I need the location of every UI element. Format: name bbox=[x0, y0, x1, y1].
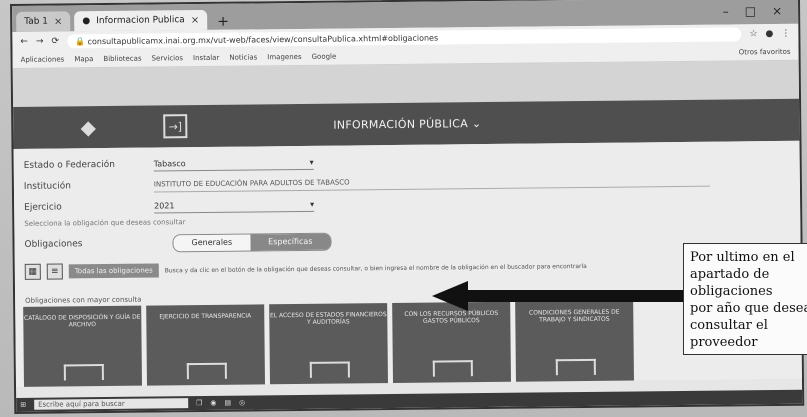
obligation-card[interactable]: CONDICIONES GENERALES DE TRABAJO Y SINDI… bbox=[515, 300, 634, 382]
folder-icon bbox=[309, 361, 350, 378]
bookmark-item[interactable]: Imagenes bbox=[267, 53, 301, 61]
ejercicio-label: Ejercicio bbox=[24, 201, 62, 213]
pointer-arrow-icon bbox=[432, 281, 690, 311]
all-obligations-button[interactable]: Todas las obligaciones bbox=[68, 263, 159, 279]
forward-icon[interactable]: → bbox=[36, 37, 44, 47]
globe-icon: ● bbox=[82, 16, 91, 27]
card-label: CON LOS RECURSOS PÚBLICOS GASTOS PÚBLICO… bbox=[404, 309, 499, 325]
annotation-line: Por ultimo en el bbox=[690, 250, 795, 265]
obligation-card[interactable]: EJERCICIO DE TRANSPARENCIA bbox=[146, 304, 265, 386]
institucion-value: INSTITUTO DE EDUCACIÓN PARA ADULTOS DE T… bbox=[153, 178, 350, 189]
dropdown-arrow-icon: ▾ bbox=[310, 199, 315, 209]
obligation-card[interactable]: CON LOS RECURSOS PÚBLICOS GASTOS PÚBLICO… bbox=[392, 301, 511, 384]
card-label: EL ACCESO DE ESTADOS FINANCIEROS Y AUDIT… bbox=[269, 311, 387, 326]
start-icon[interactable]: ⊞ bbox=[20, 401, 26, 409]
bookmark-item[interactable]: Bibliotecas bbox=[103, 55, 141, 63]
logo-icon: ◆ bbox=[80, 115, 97, 140]
chrome-icon[interactable]: ◎ bbox=[239, 399, 245, 407]
minimize-icon[interactable]: – bbox=[723, 4, 729, 18]
bookmark-item[interactable]: Noticias bbox=[229, 53, 257, 61]
edge-icon[interactable]: ◉ bbox=[210, 399, 216, 407]
estado-value: Tabasco bbox=[153, 158, 186, 169]
window-controls: – □ × bbox=[723, 4, 799, 19]
obligaciones-label: Obligaciones bbox=[24, 238, 83, 250]
institucion-select[interactable]: INSTITUTO DE EDUCACIÓN PARA ADULTOS DE T… bbox=[153, 171, 710, 193]
bookmark-item[interactable]: Otros favoritos bbox=[739, 48, 791, 57]
maximize-icon[interactable]: □ bbox=[745, 4, 756, 18]
new-tab-button[interactable]: + bbox=[211, 14, 235, 30]
chevron-down-icon: ⌄ bbox=[471, 116, 482, 130]
annotation-line: proveedor bbox=[690, 335, 758, 350]
dropdown-arrow-icon: ▾ bbox=[309, 157, 314, 167]
folder-icon bbox=[432, 360, 473, 377]
lock-icon: 🔒 bbox=[74, 36, 88, 46]
tab-label: Informacion Publica bbox=[96, 15, 185, 27]
reload-icon[interactable]: ⟳ bbox=[51, 36, 59, 46]
list-view-icon[interactable]: ≡ bbox=[46, 263, 63, 280]
annotation-line: apartado de bbox=[690, 267, 770, 282]
ejercicio-select[interactable]: 2021 ▾ bbox=[154, 196, 315, 214]
menu-dots-icon[interactable]: ⋮ bbox=[781, 29, 790, 39]
annotation-line: obligaciones bbox=[690, 284, 773, 299]
estado-select[interactable]: Tabasco ▾ bbox=[153, 154, 314, 172]
view-row: ▦ ≡ Todas las obligaciones Busca y da cl… bbox=[24, 251, 791, 285]
tab-1[interactable]: Tab 1 × bbox=[16, 11, 71, 32]
taskview-icon[interactable]: ❐ bbox=[196, 399, 202, 407]
folder-icon bbox=[186, 362, 227, 380]
obligation-type-toggle: Generales Específicas bbox=[172, 232, 332, 252]
close-icon[interactable]: × bbox=[54, 16, 63, 27]
page-title-text: INFORMACIÓN PÚBLICA bbox=[333, 116, 469, 132]
card-label: CATÁLOGO DE DISPOSICIÓN Y GUÍA DE ARCHIV… bbox=[23, 313, 141, 329]
bookmark-item[interactable]: Servicios bbox=[152, 54, 184, 62]
bookmark-item[interactable]: Instalar bbox=[193, 54, 219, 62]
bookmark-item[interactable]: Google bbox=[312, 53, 337, 61]
view-description: Busca y da clic en el botón de la obliga… bbox=[164, 262, 587, 274]
page-title[interactable]: INFORMACIÓN PÚBLICA ⌄ bbox=[333, 117, 481, 132]
star-icon[interactable]: ☆ bbox=[749, 29, 757, 39]
annotation-line: por año que desea bbox=[690, 301, 807, 316]
tab-label: Tab 1 bbox=[24, 16, 49, 27]
ejercicio-value: 2021 bbox=[154, 200, 175, 211]
folder-icon[interactable]: ▤ bbox=[224, 399, 231, 407]
toggle-especificas[interactable]: Específicas bbox=[250, 233, 331, 250]
url-text: consultapublicamx.inai.org.mx/vut-web/fa… bbox=[87, 33, 439, 46]
grid-view-icon[interactable]: ▦ bbox=[24, 263, 41, 280]
estado-label: Estado o Federación bbox=[23, 159, 115, 171]
annotation-line: consultar el bbox=[690, 318, 768, 333]
obligation-card[interactable]: CATÁLOGO DE DISPOSICIÓN Y GUÍA DE ARCHIV… bbox=[23, 305, 143, 387]
profile-icon[interactable]: ● bbox=[765, 29, 773, 39]
bookmark-item[interactable]: Mapa bbox=[74, 55, 93, 63]
bookmark-item[interactable]: Aplicaciones bbox=[21, 55, 65, 63]
institucion-label: Institución bbox=[23, 180, 71, 192]
obligation-card[interactable]: EL ACCESO DE ESTADOS FINANCIEROS Y AUDIT… bbox=[269, 303, 388, 385]
folder-icon bbox=[555, 358, 596, 376]
back-icon[interactable]: ← bbox=[20, 37, 28, 47]
taskbar-search-text: Escribe aquí para buscar bbox=[38, 399, 125, 409]
toggle-generales[interactable]: Generales bbox=[173, 233, 251, 251]
annotation-box: Por ultimo en el apartado de obligacione… bbox=[683, 243, 807, 355]
obligation-cards: CATÁLOGO DE DISPOSICIÓN Y GUÍA DE ARCHIV… bbox=[23, 300, 634, 387]
folder-icon bbox=[63, 364, 104, 381]
close-icon[interactable]: × bbox=[191, 15, 200, 26]
taskbar-search[interactable]: Escribe aquí para buscar bbox=[34, 398, 189, 410]
login-icon[interactable]: →] bbox=[163, 114, 188, 139]
close-window-icon[interactable]: × bbox=[772, 4, 782, 18]
card-label: EJERCICIO DE TRANSPARENCIA bbox=[159, 312, 252, 321]
tab-informacion-publica[interactable]: ● Informacion Publica × bbox=[74, 9, 208, 32]
